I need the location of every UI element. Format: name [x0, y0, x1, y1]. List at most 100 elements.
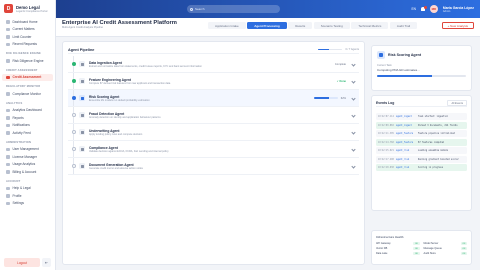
event-message: Feature pipeline initialized — [418, 132, 455, 135]
sidebar-item-label: User Management — [12, 147, 39, 152]
event-row[interactable]: 10:42:09.882 agent_ingest Parsed 3 documen… — [376, 121, 467, 129]
chevron-down-icon[interactable] — [351, 78, 356, 84]
avatar[interactable]: MD — [429, 5, 438, 13]
sidebar-item[interactable]: Activity Feed — [2, 129, 53, 137]
sidebar-item[interactable]: Settings — [2, 200, 53, 208]
active-agent-progress-bar — [377, 75, 466, 77]
event-agent: agent_ingest — [396, 123, 412, 127]
agent-row[interactable]: Compliance Agent Validate decision agains… — [68, 141, 359, 158]
nav-item-icon — [6, 59, 10, 63]
sidebar-item[interactable]: Notifications — [2, 122, 53, 130]
sidebar-item[interactable]: Limit Counter — [2, 33, 53, 41]
sidebar-item[interactable]: User Management — [2, 146, 53, 154]
sidebar-item[interactable]: Recent Requests — [2, 41, 53, 49]
agent-row[interactable]: Data Ingestion Agent Extract and normaliz… — [68, 56, 359, 73]
agent-text: Compliance Agent Validate decision agains… — [89, 146, 169, 153]
event-row[interactable]: 10:42:07.114 agent_ingest Task started: in… — [376, 113, 467, 120]
chevron-down-icon[interactable] — [351, 129, 356, 135]
active-agent-label: Current Task — [377, 64, 392, 67]
infrastructure-grid: API Gateway OK Model Server OK Vector DB OK Me… — [376, 242, 467, 255]
agent-meta — [349, 146, 356, 152]
pipeline-progress: 3 / 7 Agents — [318, 48, 359, 51]
bell-icon[interactable] — [420, 5, 427, 11]
chevron-down-icon[interactable] — [351, 146, 356, 152]
agent-text: Feature Engineering Agent Compute 87 deri… — [89, 78, 170, 85]
sidebar-item[interactable]: License Manager — [2, 153, 53, 161]
agent-progress-bar — [313, 97, 338, 99]
agent-description: Anomaly detection on identity and applic… — [89, 115, 161, 119]
sidebar-item[interactable]: Usage Analytics — [2, 161, 53, 169]
nav-item-icon — [6, 42, 10, 46]
tab-item[interactable]: Technical Metrics — [351, 22, 389, 29]
events-list[interactable]: 10:42:07.114 agent_ingest Task started: in… — [376, 113, 467, 171]
pipeline-progress-bar — [318, 48, 343, 51]
event-agent: agent_ingest — [396, 115, 412, 118]
language-selector[interactable]: EN — [411, 7, 415, 11]
event-row[interactable]: 10:42:15.021 agent_risk Loading ensemble m… — [376, 147, 467, 154]
sidebar-item[interactable]: Current Matters — [2, 26, 53, 34]
status-dot — [72, 79, 76, 83]
tab-item[interactable]: Audit Trail — [389, 22, 418, 29]
event-message: Task started: ingestion — [418, 115, 449, 118]
sidebar-item[interactable]: Help & Legal — [2, 185, 53, 193]
tab-item[interactable]: Application Intake — [208, 22, 246, 29]
chevron-down-icon[interactable] — [351, 61, 356, 67]
top-right-controls: EN MD Maria Garcia López Admin — [411, 5, 474, 13]
agent-row[interactable]: Underwriting Agent Apply lending policy r… — [68, 124, 359, 141]
event-time: 10:42:09.882 — [378, 123, 394, 127]
infrastructure-label: Model Server — [423, 242, 439, 245]
sidebar-item[interactable]: Risk Diligence Engine — [2, 57, 53, 65]
sidebar-item[interactable]: Credit Assessment — [2, 73, 53, 81]
agent-description: Validate decision against ECOA, FCRA, Fa… — [89, 149, 169, 153]
sidebar-item[interactable]: Analytics Dashboard — [2, 107, 53, 115]
sidebar-section-title: Credit Assessment — [6, 68, 38, 72]
agent-row[interactable]: Risk Scoring Agent Ensemble ML models run… — [68, 90, 359, 107]
brand[interactable]: D Demo Legal Legal AI Compliance Portal — [0, 0, 55, 17]
chevron-down-icon[interactable] — [351, 112, 356, 118]
pipeline-title: Agent Pipeline — [68, 47, 95, 52]
agent-row[interactable]: Feature Engineering Agent Compute 87 deri… — [68, 73, 359, 90]
sidebar-item-label: Recent Requests — [12, 42, 37, 47]
sidebar-section-title: Account — [6, 179, 21, 183]
collapse-sidebar-button[interactable]: ⇤ — [42, 258, 51, 267]
search-icon — [190, 7, 193, 11]
nav-item-icon — [6, 20, 10, 24]
event-agent: agent_risk — [396, 157, 410, 161]
status-dot — [72, 96, 76, 100]
search-input[interactable]: Search — [187, 5, 280, 13]
nav-item-icon — [6, 155, 10, 159]
tab-item[interactable]: Scenario Testing — [313, 22, 350, 29]
pipeline-header: Agent Pipeline 3 / 7 Agents — [68, 46, 359, 54]
agent-status-text: Complete — [334, 62, 346, 66]
events-filter-dropdown[interactable]: All Events — [447, 100, 467, 106]
new-analysis-button[interactable]: + New Analysis — [441, 22, 474, 29]
chevron-down-icon[interactable] — [351, 95, 356, 101]
user-info[interactable]: Maria Garcia López Admin — [443, 6, 474, 13]
sidebar-item[interactable]: Billing & Account — [2, 168, 53, 176]
sidebar-item[interactable]: Compliance Monitor — [2, 90, 53, 98]
sidebar-item[interactable]: Profile — [2, 192, 53, 200]
sidebar-item-label: Credit Assessment — [12, 75, 42, 80]
event-row[interactable]: 10:42:18.930 agent_risk Scoring in progres… — [376, 164, 467, 171]
status-dot — [72, 113, 76, 117]
tab-item[interactable]: Results — [288, 22, 313, 29]
sidebar-item[interactable]: Reports — [2, 114, 53, 122]
top-bar: Search EN MD Maria Garcia López Admin — [56, 0, 480, 18]
status-dot — [72, 164, 76, 168]
chevron-down-icon[interactable] — [351, 163, 356, 169]
nav-item-icon — [6, 75, 10, 79]
active-agent-card: Risk Scoring Agent Current Task Computin… — [371, 45, 472, 91]
infrastructure-label: Vector DB — [376, 247, 388, 250]
agent-row[interactable]: Fraud Detection Agent Anomaly detection o… — [68, 107, 359, 124]
event-row[interactable]: 10:42:11.305 agent_feature Feature pipelin… — [376, 130, 467, 137]
brand-logo: D — [4, 4, 13, 13]
event-row[interactable]: 10:42:17.498 agent_risk Running gradient b… — [376, 155, 467, 163]
status-dot — [72, 147, 76, 151]
sidebar-item[interactable]: Dashboard Home — [2, 18, 53, 26]
logout-button[interactable]: Logout — [4, 258, 40, 267]
user-role: Admin — [442, 9, 451, 13]
agent-row[interactable]: Document Generation Agent Generate credit… — [68, 158, 359, 175]
event-row[interactable]: 10:42:14.760 agent_feature 87 features com… — [376, 138, 467, 146]
tab-item[interactable]: Agent Processing — [247, 22, 287, 29]
infrastructure-item: Vector DB OK — [376, 247, 420, 250]
